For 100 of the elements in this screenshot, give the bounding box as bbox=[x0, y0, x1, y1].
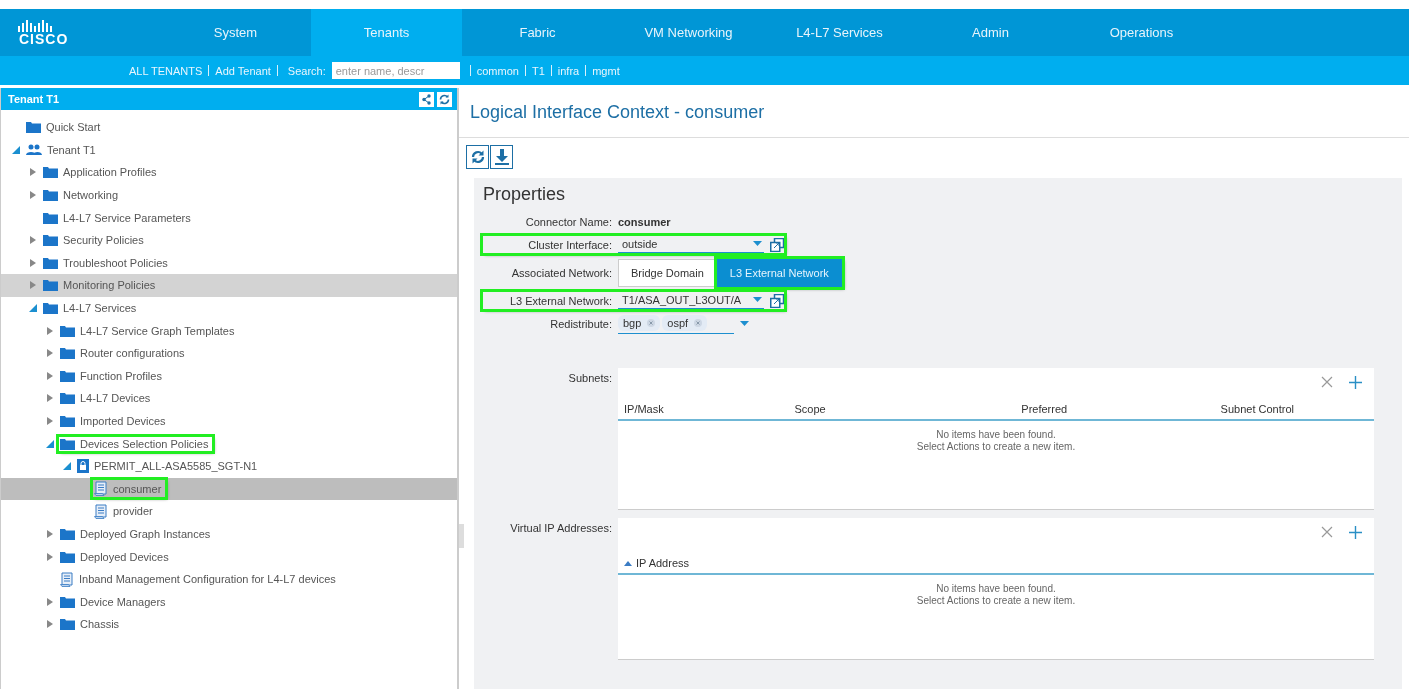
folder-icon bbox=[43, 279, 58, 292]
folder-icon bbox=[60, 550, 75, 563]
tree-row[interactable]: Devices Selection Policies bbox=[1, 432, 457, 455]
tree-row[interactable]: Inband Management Configuration for L4-L7 devices bbox=[1, 567, 457, 591]
collapsed-arrow-icon[interactable] bbox=[28, 280, 38, 291]
folder-icon bbox=[43, 234, 58, 247]
tree-row[interactable]: consumer bbox=[1, 477, 457, 501]
tree-row[interactable]: Tenant T1 bbox=[1, 138, 457, 162]
expanded-arrow-icon[interactable] bbox=[45, 438, 55, 449]
collapsed-arrow-icon[interactable] bbox=[45, 551, 55, 562]
field-label: Associated Network: bbox=[510, 266, 613, 279]
folder-icon bbox=[60, 369, 75, 382]
tree-row[interactable]: Device Managers bbox=[1, 590, 457, 614]
tree-item-label: Tenant T1 bbox=[47, 143, 96, 156]
tree-item-label: Router configurations bbox=[80, 347, 185, 360]
collapsed-arrow-icon[interactable] bbox=[45, 370, 55, 381]
caret-icon[interactable] bbox=[753, 241, 762, 247]
tag-chip[interactable]: bgp bbox=[618, 315, 661, 331]
add-button[interactable] bbox=[1348, 376, 1362, 390]
tree-item-label: PERMIT_ALL-ASA5585_SGT-N1 bbox=[94, 460, 258, 473]
remove-icon[interactable] bbox=[694, 319, 703, 327]
collapsed-arrow-icon[interactable] bbox=[45, 596, 55, 607]
tree-item-label: L4-L7 Service Parameters bbox=[63, 211, 191, 224]
caret-icon[interactable] bbox=[740, 320, 749, 327]
tree-row[interactable]: L4-L7 Services bbox=[1, 296, 457, 320]
tree-row[interactable]: Chassis bbox=[1, 613, 457, 636]
section-title: Properties bbox=[483, 184, 567, 205]
panel-title: Tenant T1 bbox=[8, 93, 60, 105]
column-header[interactable]: IP Address bbox=[636, 557, 689, 569]
folder-icon bbox=[43, 189, 58, 202]
tree-row[interactable]: Deployed Devices bbox=[1, 545, 457, 568]
dropdown-field[interactable]: outside bbox=[618, 236, 764, 253]
tree-row[interactable]: Monitoring Policies bbox=[1, 274, 457, 297]
tag-chip[interactable]: ospf bbox=[662, 315, 708, 331]
tree-row[interactable]: Quick Start bbox=[1, 116, 457, 139]
tree-row[interactable]: PERMIT_ALL-ASA5585_SGT-N1 bbox=[1, 454, 457, 478]
tree-row[interactable]: Troubleshoot Policies bbox=[1, 251, 457, 275]
tree-row[interactable]: Application Profiles bbox=[1, 161, 457, 184]
tree-row[interactable]: L4-L7 Service Graph Templates bbox=[1, 319, 457, 342]
search-field[interactable]: enter name, descr bbox=[331, 62, 460, 79]
field-label: Redistribute: bbox=[549, 317, 613, 330]
open-window-icon[interactable] bbox=[770, 293, 784, 308]
delete-button[interactable] bbox=[1320, 526, 1334, 540]
field-label: Connector Name: bbox=[524, 215, 613, 228]
tree-item-label: Application Profiles bbox=[63, 166, 157, 179]
document-icon bbox=[94, 503, 108, 519]
expanded-arrow-icon[interactable] bbox=[11, 144, 21, 155]
remove-icon[interactable] bbox=[647, 319, 656, 327]
tree-row[interactable]: L4-L7 Devices bbox=[1, 387, 457, 410]
tree-item-label: Deployed Graph Instances bbox=[80, 528, 211, 540]
column-header[interactable]: Preferred bbox=[1021, 403, 1068, 415]
delete-button[interactable] bbox=[1320, 376, 1334, 390]
sort-up-icon[interactable] bbox=[624, 560, 632, 566]
people-icon bbox=[26, 143, 42, 156]
column-header[interactable]: IP/Mask bbox=[624, 403, 664, 415]
column-header[interactable]: Subnet Control bbox=[1220, 403, 1294, 415]
tree-row[interactable]: Imported Devices bbox=[1, 409, 457, 433]
folder-icon bbox=[60, 324, 75, 337]
logo: CISCO bbox=[0, 9, 160, 56]
tree-item-label: Quick Start bbox=[46, 121, 101, 134]
empty-message: Select Actions to create a new item. bbox=[916, 441, 1076, 453]
column-header[interactable]: Scope bbox=[794, 403, 826, 415]
tree-row[interactable]: Router configurations bbox=[1, 341, 457, 365]
tree-row[interactable]: Deployed Graph Instances bbox=[1, 522, 457, 546]
collapsed-arrow-icon[interactable] bbox=[45, 393, 55, 404]
collapsed-arrow-icon[interactable] bbox=[45, 416, 55, 426]
folder-icon bbox=[60, 618, 75, 631]
open-window-icon[interactable] bbox=[770, 237, 784, 252]
tree-row[interactable]: L4-L7 Service Parameters bbox=[1, 206, 457, 229]
add-button[interactable] bbox=[1348, 526, 1362, 540]
collapsed-arrow-icon[interactable] bbox=[45, 529, 55, 539]
refresh-icon[interactable] bbox=[437, 91, 452, 107]
tree-item-label: Imported Devices bbox=[80, 415, 166, 427]
document-icon bbox=[60, 571, 74, 587]
collapsed-arrow-icon[interactable] bbox=[45, 348, 55, 359]
tree-row[interactable]: provider bbox=[1, 500, 457, 523]
expanded-arrow-icon[interactable] bbox=[28, 303, 38, 314]
share-icon[interactable] bbox=[419, 91, 434, 107]
segment-option[interactable]: Bridge Domain bbox=[618, 258, 717, 287]
tree-row[interactable]: Function Profiles bbox=[1, 364, 457, 388]
folder-icon bbox=[60, 347, 75, 360]
tree-item-label: Devices Selection Policies bbox=[80, 437, 209, 450]
caret-icon[interactable] bbox=[753, 297, 762, 303]
tree-row[interactable]: Security Policies bbox=[1, 228, 457, 252]
document-icon bbox=[94, 481, 108, 497]
collapsed-arrow-icon[interactable] bbox=[45, 325, 55, 336]
folder-icon bbox=[43, 166, 58, 179]
collapsed-arrow-icon[interactable] bbox=[28, 190, 38, 201]
collapsed-arrow-icon[interactable] bbox=[45, 619, 55, 630]
collapsed-arrow-icon[interactable] bbox=[28, 167, 38, 178]
expanded-arrow-icon[interactable] bbox=[62, 461, 72, 472]
empty-message: No items have been found. bbox=[936, 583, 1056, 595]
collapsed-arrow-icon[interactable] bbox=[28, 235, 38, 246]
empty-message: Select Actions to create a new item. bbox=[916, 595, 1076, 607]
tree-item-label: Function Profiles bbox=[80, 369, 162, 382]
collapsed-arrow-icon[interactable] bbox=[28, 257, 38, 268]
tree-row[interactable]: Networking bbox=[1, 183, 457, 207]
tags-field[interactable]: bgp ospf bbox=[618, 313, 734, 334]
dropdown-field[interactable]: T1/ASA_OUT_L3OUT/A bbox=[618, 292, 764, 309]
collapse-handle[interactable] bbox=[459, 524, 464, 548]
